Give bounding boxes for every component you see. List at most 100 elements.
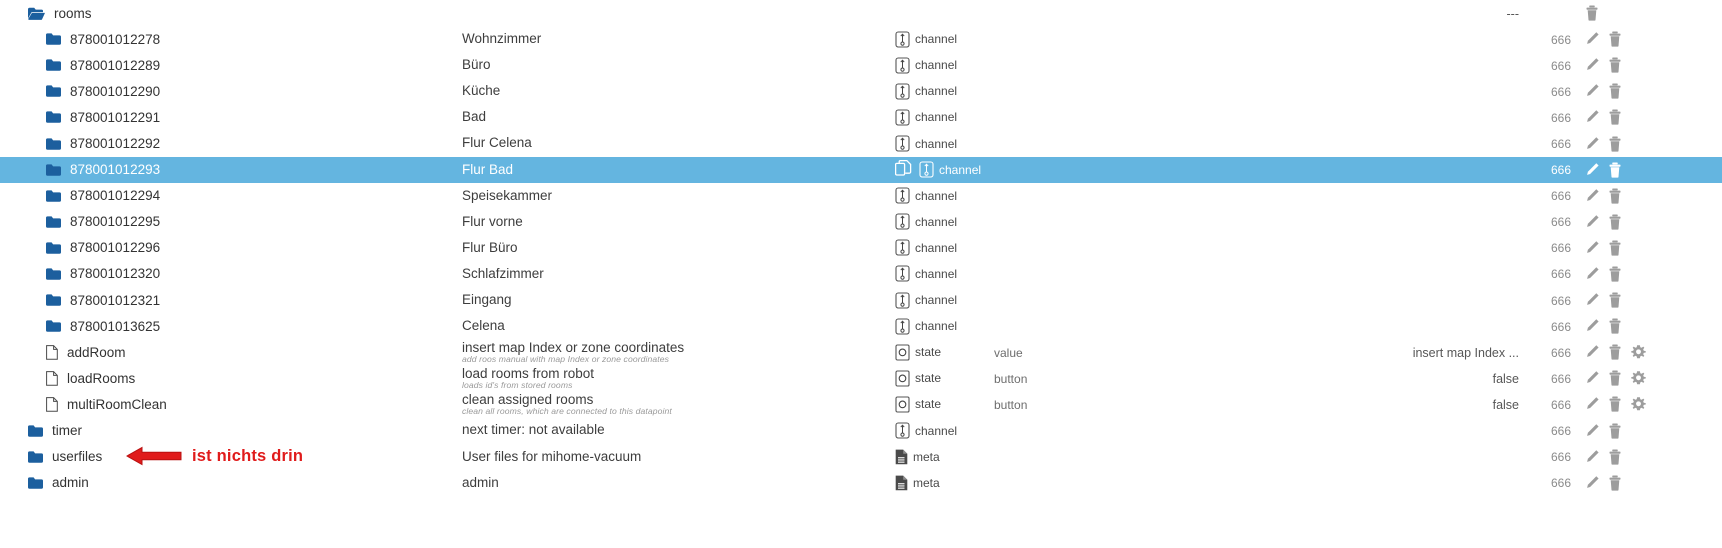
table-row[interactable]: 878001012292 Flur Celena channel 666 [0,130,1722,156]
row-id-cell[interactable]: 878001012321 [0,293,455,308]
row-id-cell[interactable]: userfiles [0,449,455,464]
edit-icon[interactable] [1585,188,1600,204]
row-actions-cell[interactable] [1573,344,1722,360]
row-name-label: load rooms from robot [462,367,595,382]
edit-icon[interactable] [1585,423,1600,439]
gear-icon[interactable] [1631,344,1646,360]
table-row[interactable]: 878001013625 Celena channel 666 [0,313,1722,339]
row-id-cell[interactable]: admin [0,475,455,490]
row-actions-cell[interactable] [1573,370,1722,386]
row-actions-cell[interactable] [1573,188,1722,204]
gear-icon[interactable] [1631,370,1646,386]
row-actions-cell[interactable] [1573,136,1722,152]
table-row[interactable]: 878001012296 Flur Büro channel 666 [0,235,1722,261]
row-actions-cell[interactable] [1573,396,1722,413]
table-row[interactable]: 878001012290 Küche channel 666 [0,78,1722,104]
edit-icon[interactable] [1585,214,1600,230]
table-row[interactable]: rooms --- [0,0,1722,26]
edit-icon[interactable] [1585,31,1600,47]
row-id-cell[interactable]: addRoom [0,345,455,360]
edit-icon[interactable] [1585,57,1600,73]
edit-icon[interactable] [1585,344,1600,360]
row-actions-cell[interactable] [1573,423,1722,439]
delete-icon[interactable] [1608,162,1623,178]
row-actions-cell[interactable] [1573,449,1722,465]
delete-icon[interactable] [1608,266,1623,282]
row-actions-cell[interactable] [1573,214,1722,230]
table-row[interactable]: 878001012293 Flur Bad channel 666 [0,156,1722,183]
edit-icon[interactable] [1585,449,1600,465]
delete-icon[interactable] [1608,423,1623,439]
edit-icon[interactable] [1585,162,1600,178]
table-row[interactable]: loadRooms load rooms from robot loads id's… [0,365,1722,391]
delete-icon[interactable] [1608,344,1623,360]
row-actions-cell[interactable] [1573,57,1722,73]
edit-icon[interactable] [1585,136,1600,152]
delete-icon[interactable] [1608,396,1623,413]
delete-icon[interactable] [1608,214,1623,230]
row-id-cell[interactable]: 878001012320 [0,266,455,281]
row-actions-cell[interactable] [1573,240,1722,256]
edit-icon[interactable] [1585,370,1600,386]
delete-icon[interactable] [1608,109,1623,126]
row-actions-cell[interactable] [1573,31,1722,47]
delete-icon[interactable] [1608,83,1623,99]
edit-icon[interactable] [1585,292,1600,308]
table-row[interactable]: 878001012295 Flur vorne channel 666 [0,209,1722,235]
object-tree-table[interactable]: rooms --- 878001012278 Wohnzimmer channel 666… [0,0,1722,548]
delete-icon[interactable] [1608,188,1623,204]
row-id-cell[interactable]: multiRoomClean [0,397,455,412]
row-id-cell[interactable]: timer [0,423,455,438]
delete-icon[interactable] [1608,449,1623,465]
gear-icon[interactable] [1631,396,1646,412]
delete-icon[interactable] [1585,5,1600,21]
row-id-cell[interactable]: 878001012278 [0,32,455,47]
row-id-cell[interactable]: 878001012291 [0,110,455,125]
table-row[interactable]: admin admin meta 666 [0,470,1722,496]
edit-icon[interactable] [1585,83,1600,99]
edit-icon[interactable] [1585,109,1600,125]
row-id-cell[interactable]: rooms [0,6,455,21]
table-row[interactable]: multiRoomClean clean assigned rooms clean … [0,391,1722,417]
row-actions-cell[interactable] [1573,5,1722,21]
row-id-cell[interactable]: 878001013625 [0,319,455,334]
row-actions-cell[interactable] [1573,83,1722,99]
edit-icon[interactable] [1585,318,1600,334]
delete-icon[interactable] [1608,370,1623,386]
row-actions-cell[interactable] [1573,292,1722,308]
table-row[interactable]: 878001012291 Bad channel 666 [0,104,1722,130]
row-actions-cell[interactable] [1573,162,1722,178]
edit-icon[interactable] [1585,475,1600,491]
row-actions-cell[interactable] [1573,266,1722,282]
edit-icon[interactable] [1585,240,1600,256]
table-row[interactable]: 878001012278 Wohnzimmer channel 666 [0,26,1722,52]
table-row[interactable]: 878001012320 Schlafzimmer channel 666 [0,261,1722,287]
row-id-cell[interactable]: 878001012289 [0,58,455,73]
table-row[interactable]: 878001012294 Speisekammer channel 666 [0,183,1722,209]
delete-icon[interactable] [1608,57,1623,73]
row-id-cell[interactable]: 878001012290 [0,84,455,99]
delete-icon[interactable] [1608,475,1623,491]
delete-icon[interactable] [1608,318,1623,334]
row-id-cell[interactable]: 878001012293 [0,162,455,177]
row-actions-cell[interactable] [1573,475,1722,491]
delete-icon[interactable] [1608,240,1623,256]
row-id-cell[interactable]: 878001012294 [0,188,455,203]
delete-icon[interactable] [1608,136,1623,152]
row-id-cell[interactable]: 878001012295 [0,214,455,229]
edit-icon[interactable] [1585,266,1600,282]
row-id-cell[interactable]: 878001012292 [0,136,455,151]
row-permission-cell: 666 [1525,266,1573,281]
table-row[interactable]: timer next timer: not available channel 666 [0,418,1722,444]
row-actions-cell[interactable] [1573,109,1722,126]
table-row[interactable]: 878001012321 Eingang channel 666 [0,287,1722,313]
table-row[interactable]: addRoom insert map Index or zone coordina… [0,339,1722,365]
table-row[interactable]: 878001012289 Büro channel 666 [0,52,1722,78]
edit-icon[interactable] [1585,396,1600,412]
row-id-cell[interactable]: 878001012296 [0,240,455,255]
row-id-cell[interactable]: loadRooms [0,371,455,386]
delete-icon[interactable] [1608,31,1623,47]
table-row[interactable]: userfiles User files for mihome-vacuum met… [0,444,1722,470]
row-actions-cell[interactable] [1573,318,1722,334]
delete-icon[interactable] [1608,292,1623,308]
